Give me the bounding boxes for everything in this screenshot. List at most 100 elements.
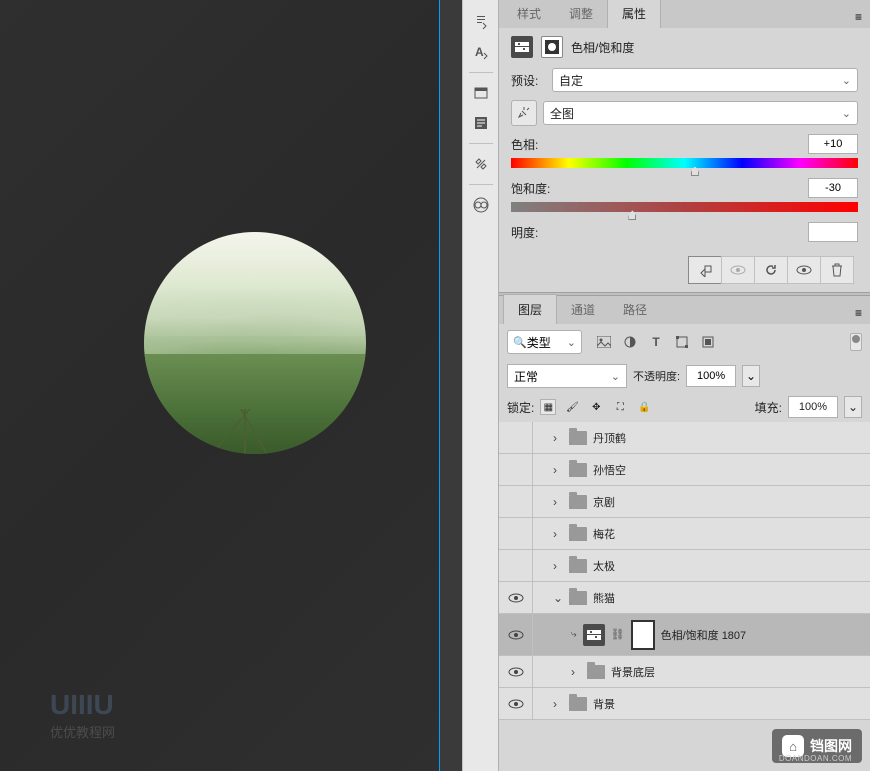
watermark-subtitle: 优优教程网: [50, 722, 115, 741]
tools-icon[interactable]: [467, 150, 495, 178]
filter-shape-icon[interactable]: [674, 334, 690, 350]
visibility-toggle[interactable]: [499, 550, 533, 581]
layer-row[interactable]: › 丹顶鹤: [499, 422, 870, 454]
layer-name-label[interactable]: 背景: [593, 696, 615, 712]
notes-icon[interactable]: [467, 109, 495, 137]
visibility-toggle[interactable]: [499, 582, 533, 613]
opacity-dropdown-icon[interactable]: ⌄: [742, 365, 760, 387]
visibility-toggle[interactable]: [499, 614, 533, 655]
properties-panel: 色相/饱和度 预设: 自定 全图 色相: +10 饱和度: -30: [499, 28, 870, 292]
visibility-toggle[interactable]: [499, 422, 533, 453]
fill-dropdown-icon[interactable]: ⌄: [844, 396, 862, 418]
fill-value[interactable]: 100%: [788, 396, 838, 418]
tab-properties[interactable]: 属性: [607, 0, 661, 28]
expand-chevron-icon[interactable]: ›: [553, 495, 563, 509]
visibility-toggle[interactable]: [499, 518, 533, 549]
clip-indicator-icon: ⤷: [571, 629, 577, 640]
watermark-logo: UIIIU: [50, 689, 114, 721]
lock-label: 锁定:: [507, 399, 534, 416]
lock-position-icon[interactable]: ✥: [588, 399, 604, 415]
expand-chevron-icon[interactable]: ›: [553, 431, 563, 445]
lock-artboard-icon[interactable]: ⛶: [612, 399, 628, 415]
lock-transparency-icon[interactable]: ▦: [540, 399, 556, 415]
layer-name-label[interactable]: 梅花: [593, 526, 615, 542]
layer-row[interactable]: › 京剧: [499, 486, 870, 518]
layer-name-label[interactable]: 丹顶鹤: [593, 430, 626, 446]
opacity-value[interactable]: 100%: [686, 365, 736, 387]
tab-styles[interactable]: 样式: [503, 0, 555, 28]
channel-select[interactable]: 全图: [543, 101, 858, 125]
expand-chevron-icon[interactable]: ›: [571, 665, 581, 679]
reset-button[interactable]: [754, 256, 788, 284]
character-styles-icon[interactable]: A: [467, 38, 495, 66]
folder-icon: [587, 665, 605, 679]
layers-panel: 🔍 类型 T 正常 不透明度: 100% ⌄ 锁定: ▦ 🖌 ✥ ⛶: [499, 324, 870, 771]
layer-row[interactable]: › 背景: [499, 688, 870, 720]
layer-name-label[interactable]: 孙悟空: [593, 462, 626, 478]
layer-row[interactable]: › 背景底层: [499, 656, 870, 688]
visibility-button[interactable]: [787, 256, 821, 284]
layer-row[interactable]: › 太极: [499, 550, 870, 582]
document-canvas[interactable]: UIIIU 优优教程网: [0, 0, 440, 771]
link-icon[interactable]: ⛓: [611, 628, 625, 641]
panel-menu-icon[interactable]: ≡: [847, 6, 870, 28]
tab-paths[interactable]: 路径: [609, 295, 661, 324]
layer-mask-thumb[interactable]: [631, 620, 655, 650]
blend-mode-select[interactable]: 正常: [507, 364, 627, 388]
layer-row[interactable]: ⌄ 熊猫: [499, 582, 870, 614]
saturation-value[interactable]: -30: [808, 178, 858, 198]
lock-all-icon[interactable]: 🔒: [636, 399, 652, 415]
hue-label: 色相:: [511, 136, 538, 153]
visibility-toggle[interactable]: [499, 486, 533, 517]
filter-pixel-icon[interactable]: [596, 334, 612, 350]
adjustment-thumb-icon: [583, 624, 605, 646]
layer-row[interactable]: ⤷ ⛓ 色相/饱和度 1807: [499, 614, 870, 656]
cloud-icon[interactable]: [467, 191, 495, 219]
expand-chevron-icon[interactable]: ›: [553, 697, 563, 711]
mask-icon[interactable]: [541, 36, 563, 58]
lightness-value[interactable]: [808, 222, 858, 242]
adjustment-layer-icon[interactable]: [511, 36, 533, 58]
layer-name-label[interactable]: 色相/饱和度 1807: [661, 627, 747, 643]
delete-button[interactable]: [820, 256, 854, 284]
panel-icon-1[interactable]: [467, 79, 495, 107]
expand-chevron-icon[interactable]: ›: [553, 559, 563, 573]
opacity-label: 不透明度:: [633, 368, 680, 384]
visibility-toggle[interactable]: [499, 656, 533, 687]
layer-name-label[interactable]: 京剧: [593, 494, 615, 510]
fill-label: 填充:: [755, 399, 782, 416]
expand-chevron-icon[interactable]: ›: [553, 463, 563, 477]
preset-select[interactable]: 自定: [552, 68, 858, 92]
tab-layers[interactable]: 图层: [503, 294, 557, 324]
layer-row[interactable]: › 梅花: [499, 518, 870, 550]
saturation-slider[interactable]: [511, 202, 858, 212]
layer-name-label[interactable]: 熊猫: [593, 590, 615, 606]
layers-panel-menu-icon[interactable]: ≡: [847, 302, 870, 324]
tab-channels[interactable]: 通道: [557, 295, 609, 324]
view-previous-button[interactable]: [721, 256, 755, 284]
expand-chevron-icon[interactable]: ›: [553, 527, 563, 541]
layer-name-label[interactable]: 背景底层: [611, 664, 655, 680]
tab-adjustments[interactable]: 调整: [555, 0, 607, 28]
filter-kind-select[interactable]: 🔍 类型: [507, 330, 582, 354]
layer-name-label[interactable]: 太极: [593, 558, 615, 574]
layer-row[interactable]: › 孙悟空: [499, 454, 870, 486]
canvas-area: UIIIU 优优教程网: [0, 0, 462, 771]
clip-to-layer-button[interactable]: [688, 256, 722, 284]
visibility-toggle[interactable]: [499, 688, 533, 719]
filter-smart-icon[interactable]: [700, 334, 716, 350]
hue-value[interactable]: +10: [808, 134, 858, 154]
expand-chevron-icon[interactable]: ⌄: [553, 591, 563, 605]
paragraph-styles-icon[interactable]: [467, 8, 495, 36]
visibility-toggle[interactable]: [499, 454, 533, 485]
target-adjustment-icon[interactable]: [511, 100, 537, 126]
filter-adjustment-icon[interactable]: [622, 334, 638, 350]
hue-slider[interactable]: [511, 158, 858, 168]
filter-toggle[interactable]: [850, 333, 862, 351]
svg-text:A: A: [475, 45, 484, 59]
folder-icon: [569, 463, 587, 477]
filter-type-icon[interactable]: T: [648, 334, 664, 350]
layers-list: › 丹顶鹤 › 孙悟空 › 京剧 › 梅花 › 太极 ⌄ 熊猫 ⤷ ⛓ 色相/饱和度 1807 › 背景底层 › 背…: [499, 422, 870, 771]
lock-paint-icon[interactable]: 🖌: [564, 399, 580, 415]
preset-label: 预设:: [511, 72, 546, 89]
